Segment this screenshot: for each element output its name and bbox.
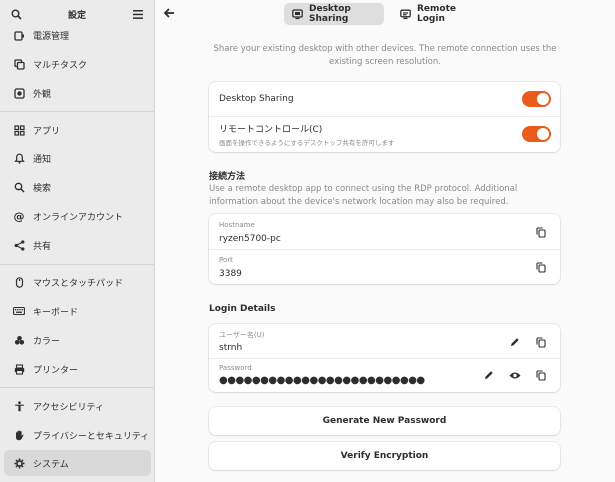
eye-icon[interactable] [508, 368, 522, 382]
hostname-value: ryzen5700-pc [219, 234, 281, 244]
sidebar-item-system[interactable]: システム [4, 450, 151, 476]
sidebar-item-label: 共有 [33, 241, 52, 252]
sidebar-item-label: カラー [33, 336, 61, 347]
settings-window: 設定 電源管理 マルチタスク 外観 アプリ 通知 検索 @ オンラインアカウント… [0, 0, 615, 482]
sidebar-item-search[interactable]: 検索 [4, 174, 151, 200]
bell-icon [12, 151, 26, 165]
edit-pencil-icon[interactable] [508, 335, 522, 349]
sidebar-item-label: マウスとタッチパッド [33, 278, 124, 289]
sidebar-item-apps[interactable]: アプリ [4, 117, 151, 143]
system-icon [12, 456, 26, 470]
sidebar-separator [0, 111, 155, 112]
username-value: strnh [219, 343, 243, 353]
remote-control-label: リモートコントロール(C) [219, 125, 323, 135]
remote-login-icon [400, 8, 411, 20]
sidebar-item-color[interactable]: カラー [4, 327, 151, 353]
sidebar-item-label: キーボード [33, 307, 79, 318]
share-icon [12, 238, 26, 252]
sidebar-separator [0, 264, 155, 265]
username-caption: ユーザー名(U) [219, 331, 265, 339]
back-arrow-icon[interactable] [163, 7, 177, 21]
sidebar-separator [0, 387, 155, 388]
remote-control-description: 画面を操作できるようにするデスクトップ共有を許可します [219, 139, 395, 147]
port-caption: Port [219, 256, 233, 264]
main-content: Desktop Sharing Remote Login Share your … [155, 0, 615, 482]
sidebar-item-label: オンラインアカウント [33, 212, 124, 223]
sidebar-item-label: アクセシビリティ [33, 402, 105, 413]
sidebar-item-mouse[interactable]: マウスとタッチパッド [4, 269, 151, 295]
row-divider [209, 358, 560, 359]
desktop-sharing-label: Desktop Sharing [219, 94, 294, 104]
row-divider [209, 249, 560, 250]
copy-icon[interactable] [534, 368, 548, 382]
sidebar-item-sharing[interactable]: 共有 [4, 232, 151, 258]
search-icon [12, 180, 26, 194]
verify-encryption-button[interactable]: Verify Encryption [209, 442, 560, 470]
sidebar-item-label: 検索 [33, 183, 52, 194]
sidebar-item-label: 通知 [33, 154, 52, 165]
copy-icon[interactable] [534, 335, 548, 349]
apps-icon [12, 123, 26, 137]
copy-icon[interactable] [534, 225, 548, 239]
sidebar-item-printers[interactable]: プリンター [4, 356, 151, 382]
desktop-sharing-toggle[interactable] [522, 91, 551, 107]
hostname-caption: Hostname [219, 221, 255, 229]
sidebar-item-label: プリンター [33, 365, 79, 376]
printer-icon [12, 362, 26, 376]
sidebar-item-label: マルチタスク [33, 60, 88, 71]
mouse-icon [12, 275, 26, 289]
port-value: 3389 [219, 269, 242, 279]
sidebar-item-label: プライバシーとセキュリティ [33, 431, 150, 442]
tab-desktop-sharing[interactable]: Desktop Sharing [284, 3, 384, 25]
password-caption: Password [219, 364, 252, 372]
login-details-title: Login Details [209, 304, 276, 314]
menu-icon[interactable] [131, 7, 145, 21]
sidebar-item-appearance[interactable]: 外観 [4, 80, 151, 106]
search-icon[interactable] [9, 7, 23, 21]
edit-pencil-icon[interactable] [482, 368, 496, 382]
at-icon: @ [13, 209, 25, 223]
sidebar: 設定 電源管理 マルチタスク 外観 アプリ 通知 検索 @ オンラインアカウント… [0, 0, 155, 482]
intro-text: Share your existing desktop with other d… [213, 44, 557, 67]
sidebar-item-accessibility[interactable]: アクセシビリティ [4, 393, 151, 419]
hand-icon [12, 428, 26, 442]
connection-title: 接続方法 [209, 172, 246, 182]
sharing-card: Desktop Sharing リモートコントロール(C) 画面を操作できるよう… [209, 82, 560, 152]
power-icon [12, 28, 26, 42]
accessibility-icon [12, 399, 26, 413]
login-card: ユーザー名(U) strnh Password ●●●●●●●●●●●●●●●●… [209, 324, 560, 392]
header-bar: Desktop Sharing Remote Login [155, 0, 615, 28]
sidebar-item-notifications[interactable]: 通知 [4, 145, 151, 171]
sidebar-item-multitask[interactable]: マルチタスク [4, 51, 151, 77]
tab-label: Desktop Sharing [309, 4, 351, 24]
sidebar-item-label: 外観 [33, 89, 52, 100]
connection-card: Hostname ryzen5700-pc Port 3389 [209, 214, 560, 284]
sidebar-item-label: 電源管理 [33, 31, 70, 42]
sidebar-item-label: システム [33, 459, 69, 470]
connection-description: Use a remote desktop app to connect usin… [209, 184, 518, 207]
sidebar-item-privacy[interactable]: プライバシーとセキュリティ [4, 422, 151, 448]
sidebar-item-power[interactable]: 電源管理 [4, 22, 151, 48]
row-divider [209, 116, 560, 117]
desktop-icon [292, 8, 303, 20]
keyboard-icon [12, 304, 26, 318]
remote-control-toggle[interactable] [522, 126, 551, 142]
sidebar-item-keyboard[interactable]: キーボード [4, 298, 151, 324]
sidebar-title: 設定 [67, 10, 86, 21]
copy-icon[interactable] [534, 260, 548, 274]
color-icon [12, 333, 26, 347]
appearance-icon [12, 86, 26, 100]
sidebar-item-online-accounts[interactable]: @ オンラインアカウント [4, 203, 151, 229]
tab-remote-login[interactable]: Remote Login [392, 3, 480, 25]
sidebar-item-label: アプリ [33, 126, 61, 137]
multitask-icon [12, 57, 26, 71]
password-value: ●●●●●●●●●●●●●●●●●●●●●●●●● [219, 375, 425, 386]
generate-password-button[interactable]: Generate New Password [209, 407, 560, 435]
tab-label: Remote Login [417, 4, 457, 24]
